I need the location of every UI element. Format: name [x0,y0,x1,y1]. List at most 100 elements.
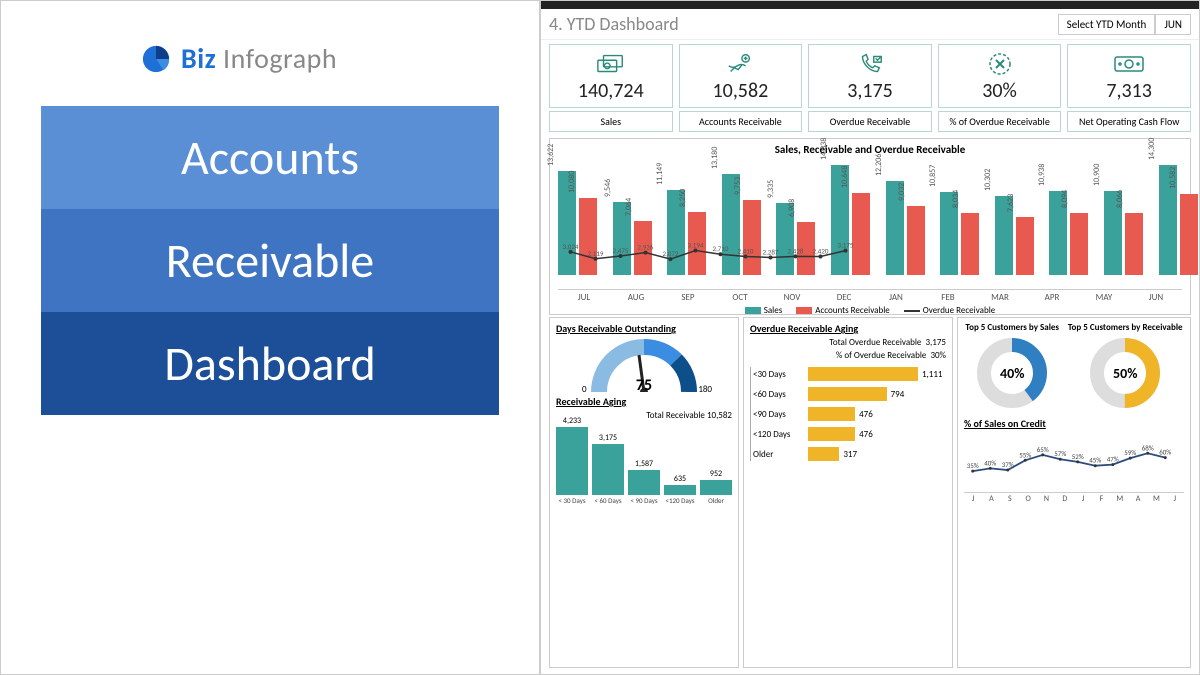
svg-text:45%: 45% [1089,456,1101,465]
recv-bar: 8,034 [961,213,979,275]
x-label: JAN [870,292,922,303]
kpi-card: 10,582 Accounts Receivable [679,44,803,132]
bar-group: 12,206 9,032 [886,181,925,275]
svg-text:65%: 65% [1037,445,1049,454]
brand-grey: Infograph [216,41,337,76]
recv-bar: 8,250 [688,212,706,275]
bar-group: 10,857 8,034 [940,192,979,275]
svg-text:60%: 60% [1159,448,1171,457]
bar-group: 14,338 10,648 [831,165,870,275]
kpi-icon [941,51,1059,77]
main-chart-title: Sales, Receivable and Overdue Receivable [554,143,1186,156]
svg-text:57%: 57% [1054,449,1066,458]
bar-group: 14,300 10,582 [1159,165,1198,275]
overdue-aging-row: Older 317 [753,447,946,461]
overdue-pct-label: % of Overdue Receivable [836,350,926,361]
x-label: MAY [1078,292,1130,303]
bar-group: 13,622 10,080 [558,171,597,275]
top5-sales-pct: 40% [976,337,1048,409]
month-select[interactable]: JUN [1155,14,1191,35]
legend-sales: Sales [764,305,783,316]
brand-logo: Biz Infograph [141,41,499,76]
recv-bar: 9,753 [743,200,761,275]
recv-bar: 10,648 [852,193,870,275]
x-label: JUN [1130,292,1182,303]
bar-group: 9,335 6,908 [776,203,815,275]
recv-bar: 7,623 [1016,217,1034,275]
aging-bar: 635 <120 Days [664,474,696,505]
aging-bar: 3,175 < 60 Days [592,433,624,505]
top5-recv-donut: 50% [1089,337,1161,409]
credit-chart: 35%40%37%55%65%57%52%45%47%59%68%60%JASO… [964,432,1184,504]
recv-bar: 7,064 [634,221,652,275]
kpi-card: 30% % of Overdue Receivable [938,44,1062,132]
x-label: APR [1026,292,1078,303]
top5-recv-title: Top 5 Customers by Receivable [1068,322,1183,333]
kpi-value: 30% [941,79,1059,103]
credit-title: % of Sales on Credit [964,417,1184,430]
top5-recv-pct: 50% [1089,337,1161,409]
recv-aging-title: Receivable Aging [556,395,732,408]
aging-bar: 1,587 < 90 Days [628,459,660,505]
kpi-label: Overdue Receivable [808,111,932,132]
page-title: 4. YTD Dashboard [549,13,679,35]
x-label: SEP [662,292,714,303]
kpi-icon [552,51,670,77]
top5-sales-title: Top 5 Customers by Sales [965,322,1059,333]
title-line-3: Dashboard [41,312,499,415]
kpi-value: 3,175 [811,79,929,103]
overdue-total-val: 3,175 [926,337,947,348]
bar-group: 10,302 7,623 [995,196,1034,275]
right-panel: Top 5 Customers by Sales 40% Top 5 Custo… [957,317,1191,668]
kpi-icon [1070,51,1188,77]
x-label: DEC [818,292,870,303]
x-label: JUL [558,292,610,303]
recv-bar: 10,582 [1180,194,1198,275]
kpi-card: 7,313 Net Operating Cash Flow [1067,44,1191,132]
overdue-aging-row: <30 Days 1,111 [753,367,946,381]
recv-bar: 8,066 [1125,213,1143,275]
kpi-value: 7,313 [1070,79,1188,103]
aging-bar: 4,233 < 30 Days [556,416,588,505]
overdue-aging-row: <60 Days 794 [753,387,946,401]
legend-overdue: Overdue Receivable [923,305,995,316]
bar-group: 13,180 9,753 [722,174,761,275]
kpi-card: 140,724 Sales [549,44,673,132]
pie-icon [141,44,171,74]
overdue-total-label: Total Overdue Receivable [829,337,921,348]
recv-bar: 10,080 [579,198,597,275]
kpi-row: 140,724 Sales 10,582 Accounts Receivable… [541,40,1199,136]
x-label: FEB [922,292,974,303]
bar-group: 10,900 8,066 [1104,191,1143,275]
svg-text:37%: 37% [1002,460,1014,469]
recv-bar: 8,094 [1070,213,1088,275]
gauge-max: 180 [698,384,712,395]
svg-text:68%: 68% [1142,443,1154,452]
overdue-aging-row: <120 Days 476 [753,427,946,441]
kpi-label: Sales [549,111,673,132]
svg-text:59%: 59% [1124,448,1136,457]
promo-panel: Biz Infograph Accounts Receivable Dashbo… [0,0,540,675]
overdue-pct-val: 30% [930,350,946,361]
ribbon-bar [541,1,1199,9]
dro-title: Days Receivable Outstanding [556,322,732,335]
x-label: NOV [766,292,818,303]
recv-bar: 6,908 [797,222,815,275]
kpi-card: 3,175 Overdue Receivable [808,44,932,132]
x-label: OCT [714,292,766,303]
title-line-2: Receivable [41,209,499,312]
overdue-aging-row: <90 Days 476 [753,407,946,421]
bar-group: 11,149 8,250 [667,190,706,275]
title-line-1: Accounts [41,106,499,209]
svg-text:35%: 35% [967,461,979,470]
x-label: MAR [974,292,1026,303]
svg-text:47%: 47% [1107,455,1119,464]
kpi-label: Net Operating Cash Flow [1067,111,1191,132]
kpi-value: 140,724 [552,79,670,103]
legend-recv: Accounts Receivable [815,305,890,316]
top5-sales-donut: 40% [976,337,1048,409]
x-label: AUG [610,292,662,303]
svg-text:55%: 55% [1019,450,1031,459]
kpi-icon [811,51,929,77]
kpi-label: % of Overdue Receivable [938,111,1062,132]
